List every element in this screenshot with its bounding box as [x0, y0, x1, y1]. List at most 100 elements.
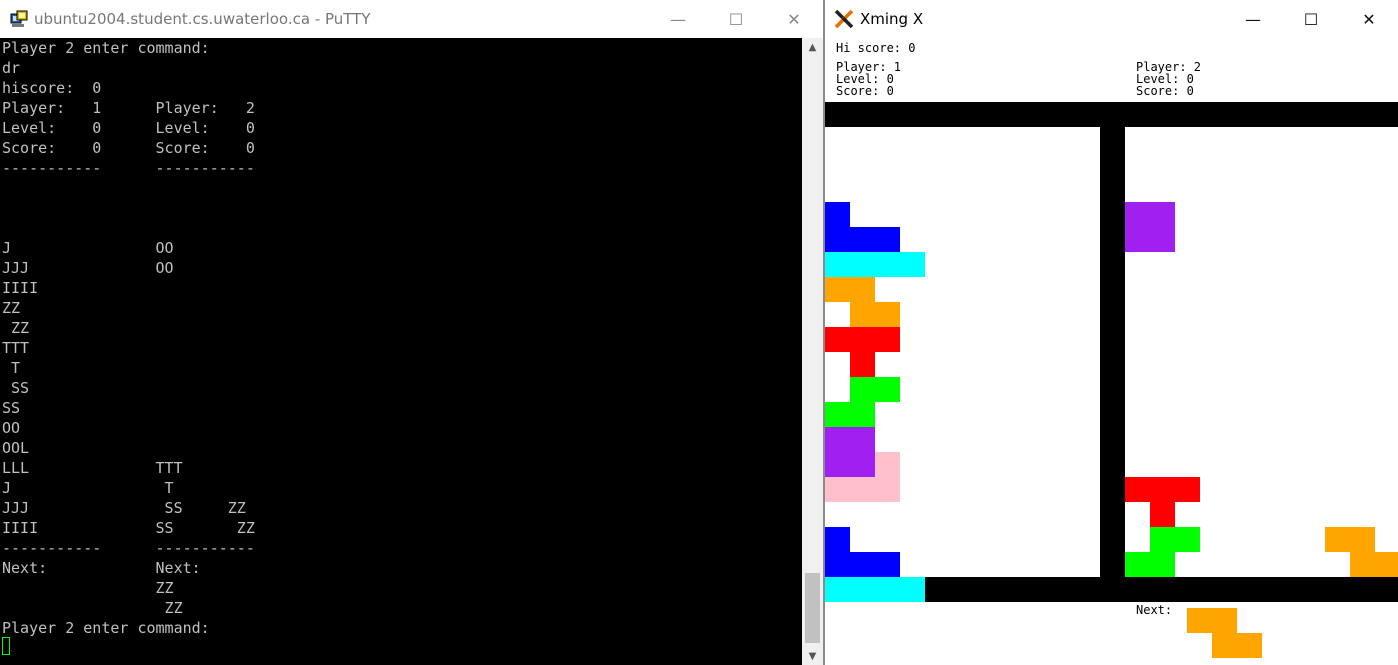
- block-Z: [1212, 633, 1237, 658]
- vertical-scrollbar[interactable]: ▲ ▼: [802, 38, 823, 665]
- block-S: [1150, 527, 1175, 552]
- block-J: [875, 552, 900, 577]
- terminal-line: SS: [2, 399, 21, 417]
- maximize-button[interactable]: ☐: [1282, 0, 1340, 38]
- block-Z: [875, 302, 900, 327]
- terminal-line: J T: [2, 479, 174, 497]
- terminal-line: JJJ SS ZZ: [2, 499, 246, 517]
- block-I: [875, 577, 900, 602]
- block-Z: [1212, 608, 1237, 633]
- block-L: [875, 452, 900, 477]
- maximize-button[interactable]: ☐: [707, 0, 765, 38]
- block-O: [850, 452, 875, 477]
- scroll-down-arrow-icon[interactable]: ▼: [802, 647, 823, 665]
- terminal-line: JJJ OO: [2, 259, 174, 277]
- block-Z: [850, 302, 875, 327]
- block-Z: [1187, 608, 1212, 633]
- block-Z: [1350, 552, 1375, 577]
- block-Z: [1375, 552, 1398, 577]
- block-I: [875, 252, 900, 277]
- terminal-line: ZZ: [2, 599, 183, 617]
- terminal-line: hiscore: 0: [2, 79, 102, 97]
- block-O: [1125, 202, 1150, 227]
- block-S: [1150, 552, 1175, 577]
- putty-titlebar[interactable]: ubuntu2004.student.cs.uwaterloo.ca - PuT…: [0, 0, 823, 38]
- terminal-line: OO: [2, 419, 21, 437]
- xming-titlebar[interactable]: Xming X — ☐ ✕: [825, 0, 1398, 38]
- block-S: [1175, 527, 1200, 552]
- putty-window: ubuntu2004.student.cs.uwaterloo.ca - PuT…: [0, 0, 823, 665]
- block-T: [1175, 477, 1200, 502]
- block-J: [825, 552, 850, 577]
- block-I: [900, 577, 925, 602]
- minimize-button[interactable]: —: [649, 0, 707, 38]
- terminal-line: SS: [2, 379, 30, 397]
- block-T: [1150, 477, 1175, 502]
- close-button[interactable]: ✕: [1340, 0, 1398, 38]
- block-I: [900, 252, 925, 277]
- terminal-line: IIII: [2, 279, 39, 297]
- block-S: [1125, 552, 1150, 577]
- block-J: [825, 527, 850, 552]
- block-J: [875, 227, 900, 252]
- block-S: [850, 402, 875, 427]
- block-Z: [850, 277, 875, 302]
- block-O: [825, 427, 850, 452]
- terminal-line: Next: Next:: [2, 559, 201, 577]
- terminal-line: IIII SS ZZ: [2, 519, 255, 537]
- block-Z: [825, 277, 850, 302]
- putty-title: ubuntu2004.student.cs.uwaterloo.ca - PuT…: [34, 10, 371, 28]
- terminal-line: Player 2 enter command:: [2, 39, 210, 57]
- block-L: [825, 477, 850, 502]
- block-L: [850, 477, 875, 502]
- terminal-line: ----------- -----------: [2, 159, 255, 177]
- close-button[interactable]: ✕: [765, 0, 823, 38]
- block-I: [850, 577, 875, 602]
- terminal-line: dr: [2, 59, 21, 77]
- terminal-line: J OO: [2, 239, 174, 257]
- terminal-line: Player: 1 Player: 2: [2, 99, 255, 117]
- block-Z: [1237, 633, 1262, 658]
- terminal-line: Score: 0 Score: 0: [2, 139, 255, 157]
- terminal-line: LLL TTT: [2, 459, 183, 477]
- terminal-line: OOL: [2, 439, 30, 457]
- block-T: [850, 327, 875, 352]
- terminal-line: ZZ: [2, 579, 174, 597]
- block-T: [1125, 477, 1150, 502]
- terminal-area[interactable]: Player 2 enter command: dr hiscore: 0 Playe…: [0, 38, 802, 665]
- block-O: [1125, 227, 1150, 252]
- xming-x-icon: [834, 9, 854, 29]
- terminal-line: ----------- -----------: [2, 539, 255, 557]
- next-label: Next:: [1136, 603, 1173, 617]
- terminal-line: T: [2, 359, 21, 377]
- putty-icon: [10, 10, 28, 27]
- block-O: [1150, 227, 1175, 252]
- block-Z: [1350, 527, 1375, 552]
- block-Z: [1325, 527, 1350, 552]
- xming-window: Xming X — ☐ ✕ Hi score: 0 Player: 1 Leve…: [825, 0, 1398, 665]
- scroll-up-arrow-icon[interactable]: ▲: [802, 38, 823, 56]
- block-J: [850, 227, 875, 252]
- block-L: [875, 477, 900, 502]
- block-I: [850, 252, 875, 277]
- block-T: [850, 352, 875, 377]
- terminal-line: TTT: [2, 339, 30, 357]
- block-T: [875, 327, 900, 352]
- hi-score-label: Hi score: 0: [836, 41, 916, 55]
- block-J: [825, 227, 850, 252]
- terminal-cursor: [2, 637, 10, 655]
- block-I: [825, 252, 850, 277]
- terminal-line: Level: 0 Level: 0: [2, 119, 255, 137]
- player2-board: [1125, 102, 1398, 602]
- block-O: [825, 452, 850, 477]
- player1-score: Score: 0: [836, 84, 894, 98]
- block-J: [825, 202, 850, 227]
- minimize-button[interactable]: —: [1224, 0, 1282, 38]
- player2-next-piece: [1187, 608, 1287, 658]
- terminal-line: ZZ: [2, 319, 30, 337]
- block-S: [875, 377, 900, 402]
- middle-wall: [1100, 127, 1125, 577]
- scroll-thumb[interactable]: [805, 573, 820, 643]
- block-S: [850, 377, 875, 402]
- block-I: [825, 577, 850, 602]
